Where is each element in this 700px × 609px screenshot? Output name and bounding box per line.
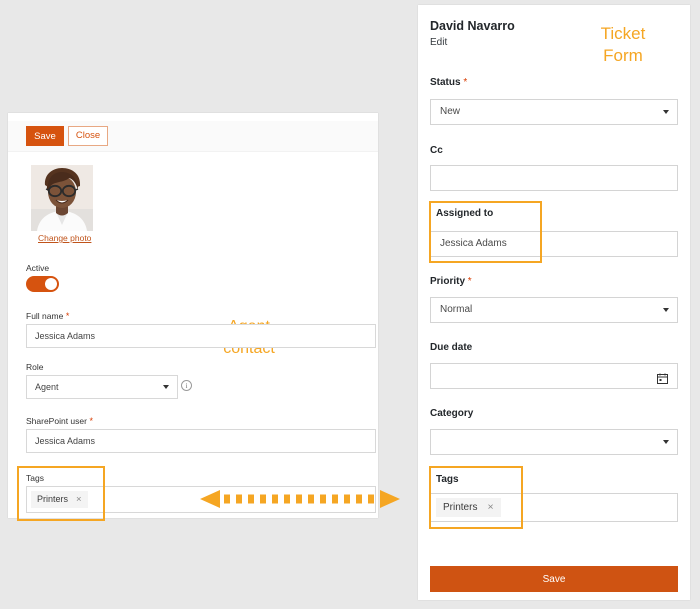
chevron-down-icon xyxy=(663,440,669,444)
status-dropdown-value: New xyxy=(440,106,461,117)
required-marker: * xyxy=(460,77,468,88)
label-tags-agent: Tags xyxy=(26,473,44,483)
agent-command-bar: Save Close xyxy=(8,121,378,152)
double-headed-dashed-arrow-icon xyxy=(200,490,400,508)
label-priority: Priority * xyxy=(430,276,472,287)
sync-arrow xyxy=(200,488,400,510)
active-toggle[interactable] xyxy=(26,276,59,292)
label-due-date: Due date xyxy=(430,342,472,353)
agent-save-button[interactable]: Save xyxy=(26,126,64,146)
required-marker: * xyxy=(465,276,472,287)
required-marker: * xyxy=(86,416,93,426)
label-assigned-to-text: Assigned to xyxy=(436,208,494,219)
label-active-text: Active xyxy=(26,263,50,273)
label-full-name-text: Full name xyxy=(26,311,64,321)
annotation-ticket-form-line2: Form xyxy=(603,46,643,66)
label-assigned-to: Assigned to xyxy=(436,208,493,219)
label-cc: Cc xyxy=(430,145,443,156)
ticket-save-button[interactable]: Save xyxy=(430,566,678,592)
label-category: Category xyxy=(430,408,473,419)
label-role-text: Role xyxy=(26,362,44,372)
cc-input[interactable] xyxy=(430,165,678,191)
label-sharepoint-user-text: SharePoint user xyxy=(26,416,87,426)
agent-avatar-photo[interactable] xyxy=(31,165,93,231)
full-name-input[interactable]: Jessica Adams xyxy=(26,324,376,348)
category-dropdown[interactable] xyxy=(430,429,678,455)
chevron-down-icon xyxy=(663,110,669,114)
label-status-text: Status xyxy=(430,77,461,88)
role-dropdown-value: Agent xyxy=(35,382,59,392)
label-sharepoint-user: SharePoint user * xyxy=(26,416,93,426)
label-category-text: Category xyxy=(430,408,474,419)
label-full-name: Full name * xyxy=(26,311,69,321)
ticket-subtitle: Edit xyxy=(430,37,448,48)
label-tags-ticket: Tags xyxy=(436,474,459,485)
label-tags-agent-text: Tags xyxy=(26,473,44,483)
annotation-ticket-form-line1: Ticket xyxy=(600,24,646,43)
chevron-down-icon xyxy=(663,308,669,312)
label-cc-text: Cc xyxy=(430,145,443,156)
ticket-form-panel: David Navarro Edit Ticket Form Status * … xyxy=(418,5,690,600)
label-status: Status * xyxy=(430,77,467,88)
due-date-input[interactable] xyxy=(430,363,678,389)
assigned-to-input[interactable]: Jessica Adams xyxy=(430,231,678,257)
role-info-icon[interactable]: i xyxy=(181,380,192,391)
tag-chip-ticket[interactable]: Printers × xyxy=(436,498,501,517)
avatar-portrait-icon xyxy=(31,165,93,231)
label-tags-ticket-text: Tags xyxy=(436,474,459,485)
tag-chip-agent[interactable]: Printers × xyxy=(31,491,88,508)
annotation-ticket-form: Ticket Form xyxy=(568,23,678,67)
label-priority-text: Priority xyxy=(430,276,466,287)
label-active: Active xyxy=(26,263,49,273)
sharepoint-user-input[interactable]: Jessica Adams xyxy=(26,429,376,453)
change-photo-link[interactable]: Change photo xyxy=(38,233,91,243)
priority-dropdown[interactable]: Normal xyxy=(430,297,678,323)
priority-dropdown-value: Normal xyxy=(440,304,473,315)
label-role: Role xyxy=(26,362,43,372)
tag-chip-agent-label: Printers xyxy=(37,494,69,504)
role-dropdown[interactable]: Agent xyxy=(26,375,178,399)
chevron-down-icon xyxy=(163,385,169,389)
label-due-date-text: Due date xyxy=(430,342,473,353)
tag-chip-remove-icon[interactable]: × xyxy=(487,501,493,513)
agent-close-button[interactable]: Close xyxy=(68,126,108,146)
required-marker: * xyxy=(63,311,70,321)
active-toggle-knob xyxy=(45,278,57,290)
tag-chip-ticket-label: Printers xyxy=(443,502,478,513)
status-dropdown[interactable]: New xyxy=(430,99,678,125)
calendar-icon[interactable] xyxy=(657,370,668,384)
tag-chip-remove-icon[interactable]: × xyxy=(76,494,82,505)
agent-contact-panel: Save Close Change photo contact Active F… xyxy=(8,113,378,521)
ticket-title: David Navarro xyxy=(430,19,515,33)
